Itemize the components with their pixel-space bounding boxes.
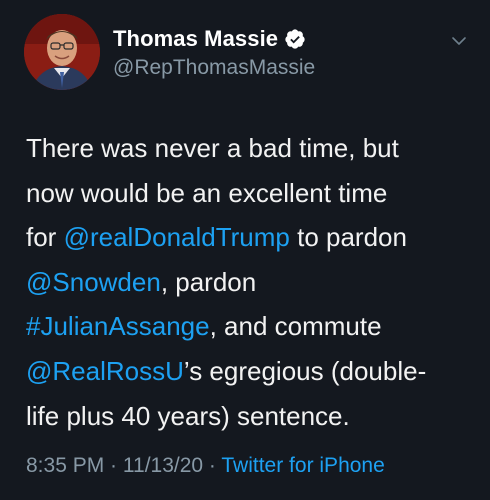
meta-separator: · bbox=[104, 454, 123, 477]
meta-separator: · bbox=[203, 454, 222, 477]
tweet-text-line: @RealRossU’s egregious (double- bbox=[26, 349, 476, 394]
chevron-down-icon[interactable] bbox=[450, 32, 468, 50]
tweet-text-line: now would be an excellent time bbox=[26, 171, 476, 216]
tweet-text-segment: There was never a bad time, but bbox=[26, 133, 399, 163]
tweet-text-line: for @realDonaldTrump to pardon bbox=[26, 215, 476, 260]
avatar[interactable] bbox=[24, 14, 100, 90]
tweet-text: There was never a bad time, but now would… bbox=[26, 126, 476, 438]
profile-photo-icon bbox=[24, 14, 100, 90]
verified-badge-icon bbox=[285, 29, 305, 49]
mention-link[interactable]: @Snowden bbox=[26, 267, 161, 297]
tweet-text-line: life plus 40 years) sentence. bbox=[26, 394, 476, 439]
tweet-text-segment: , and commute bbox=[209, 311, 382, 342]
mention-link[interactable]: @realDonaldTrump bbox=[64, 222, 290, 252]
tweet-meta: 8:35 PM · 11/13/20 · Twitter for iPhone bbox=[26, 454, 385, 478]
hashtag-link[interactable]: #JulianAssange bbox=[26, 311, 210, 341]
tweet-date[interactable]: 11/13/20 bbox=[123, 454, 203, 477]
tweet-text-line: #JulianAssange, and commute bbox=[26, 304, 476, 349]
tweet-text-line: @Snowden, pardon bbox=[26, 260, 476, 305]
tweet-text-segment: ’s egregious (double- bbox=[183, 355, 427, 386]
tweet-text-segment: now would be an excellent time bbox=[26, 177, 388, 208]
author-name-row[interactable]: Thomas Massie bbox=[113, 26, 306, 52]
tweet-time[interactable]: 8:35 PM bbox=[26, 454, 104, 477]
display-name[interactable]: Thomas Massie bbox=[113, 26, 278, 52]
handle[interactable]: @RepThomasMassie bbox=[113, 56, 315, 80]
tweet-card: Thomas Massie @RepThomasMassie There was… bbox=[0, 0, 490, 500]
tweet-source-link[interactable]: Twitter for iPhone bbox=[221, 454, 384, 477]
tweet-text-segment: for bbox=[26, 222, 64, 253]
tweet-text-line: There was never a bad time, but bbox=[26, 126, 476, 171]
tweet-text-segment: life plus 40 years) sentence. bbox=[26, 400, 350, 431]
mention-link[interactable]: @RealRossU bbox=[26, 356, 184, 386]
tweet-text-segment: to pardon bbox=[289, 222, 407, 253]
tweet-text-segment: , pardon bbox=[160, 266, 257, 297]
